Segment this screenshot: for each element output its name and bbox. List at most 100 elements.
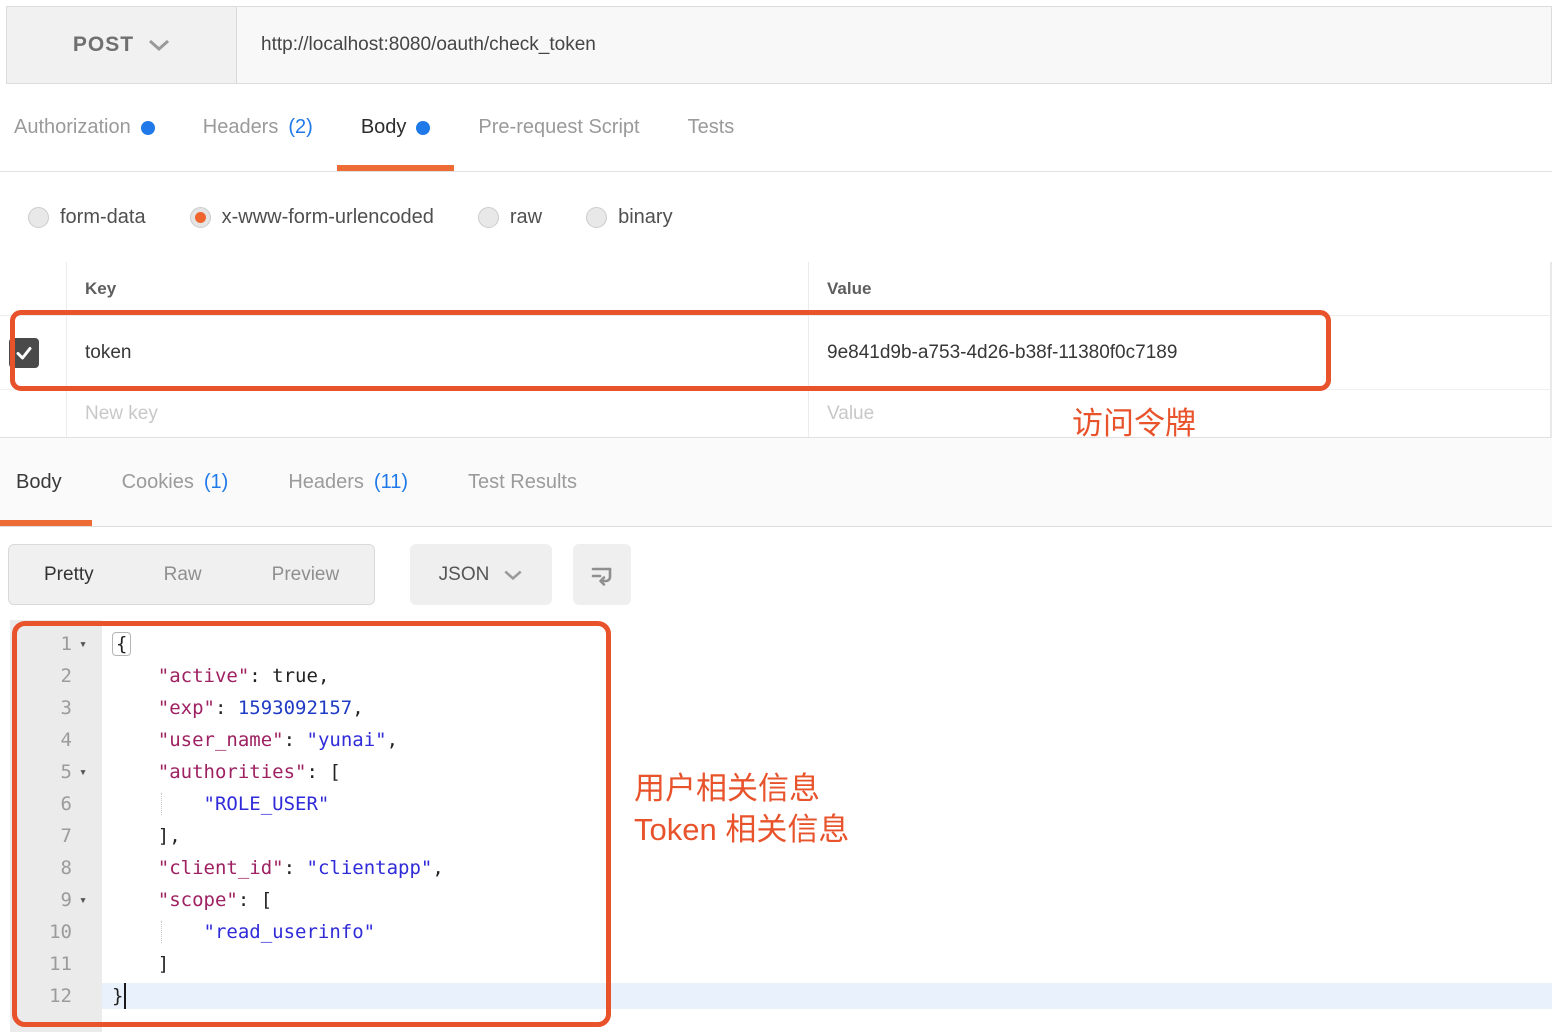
format-label: JSON (439, 564, 490, 586)
radio-label: binary (618, 206, 672, 229)
line-number: 5 (61, 761, 72, 783)
tab-body[interactable]: Body (337, 84, 455, 171)
code-text: "exp": 1593092157, (102, 697, 1552, 719)
code-text: ] (102, 953, 1552, 975)
gutter-cell[interactable]: 8 (0, 857, 102, 879)
line-number: 2 (61, 665, 72, 687)
token-plain (112, 665, 158, 687)
gutter-cell[interactable]: 2 (0, 665, 102, 687)
token-plain (112, 761, 158, 783)
method-dropdown[interactable]: POST (7, 7, 237, 83)
token-plain (112, 889, 158, 911)
tab-label: Body (16, 471, 62, 494)
row-checkbox[interactable] (9, 338, 39, 368)
view-mode-group: Pretty Raw Preview (8, 544, 375, 605)
tab-tests[interactable]: Tests (664, 84, 759, 171)
gutter-cell[interactable]: 7 (0, 825, 102, 847)
code-rows: 1▾{2 "active": true,3 "exp": 1593092157,… (0, 628, 1552, 1012)
token-num: 1593092157 (238, 697, 352, 719)
request-url-bar: POST http://localhost:8080/oauth/check_t… (6, 6, 1552, 84)
radio-circle-icon (28, 207, 49, 228)
radio-form-data[interactable]: form-data (28, 206, 146, 229)
radio-label: form-data (60, 206, 146, 229)
fold-arrow-icon: ▾ (72, 893, 94, 908)
new-value-input[interactable] (827, 403, 1514, 425)
token-str: "yunai" (307, 729, 387, 751)
gutter-cell[interactable]: 1▾ (0, 633, 102, 655)
radio-x-www-form-urlencoded[interactable]: x-www-form-urlencoded (190, 206, 434, 229)
radio-label: raw (510, 206, 542, 229)
view-mode-label: Raw (164, 564, 202, 586)
token-plain: : (284, 729, 307, 751)
response-header: Body Cookies(1) Headers (11) Test Results (0, 438, 1552, 527)
fold-arrow-icon: ▾ (72, 765, 94, 780)
chevron-down-icon (503, 569, 523, 581)
line-number: 3 (61, 697, 72, 719)
tab-label: Headers (288, 471, 364, 494)
unsaved-dot (141, 121, 155, 135)
response-tab-test-results[interactable]: Test Results (438, 438, 607, 526)
view-mode-pretty[interactable]: Pretty (9, 545, 129, 604)
gutter-cell[interactable]: 6 (0, 793, 102, 815)
gutter-cell[interactable]: 10 (0, 921, 102, 943)
line-number: 9 (61, 889, 72, 911)
gutter-cell[interactable]: 3 (0, 697, 102, 719)
token-plain: : [ (238, 889, 272, 911)
gutter-cell[interactable]: 12 (0, 985, 102, 1007)
code-line: 11 ] (0, 948, 1552, 980)
token-bool: true (272, 665, 318, 687)
tab-headers[interactable]: Headers(2) (179, 84, 337, 171)
token-key: "authorities" (158, 761, 307, 783)
check-icon (15, 344, 33, 362)
key-column-header: Key (85, 279, 116, 299)
token-plain (112, 921, 204, 943)
gutter-cell[interactable]: 11 (0, 953, 102, 975)
response-tab-cookies[interactable]: Cookies(1) (92, 438, 259, 526)
token-str: "ROLE_USER" (204, 793, 330, 815)
unsaved-dot (416, 121, 430, 135)
line-number: 8 (61, 857, 72, 879)
request-tabs: AuthorizationHeaders(2)BodyPre-request S… (0, 84, 1552, 172)
param-key-input[interactable] (85, 342, 772, 364)
response-tab-body[interactable]: Body (0, 438, 92, 526)
tab-label: Test Results (468, 471, 577, 494)
code-line: 8 "client_id": "clientapp", (0, 852, 1552, 884)
wrap-text-button[interactable] (573, 544, 631, 605)
token-plain: , (318, 665, 329, 687)
view-mode-raw[interactable]: Raw (129, 545, 237, 604)
gutter-cell[interactable]: 4 (0, 729, 102, 751)
params-header-row: Key Value (0, 262, 1550, 316)
token-plain (112, 857, 158, 879)
token-plain (112, 793, 204, 815)
response-tab-headers[interactable]: Headers (11) (258, 438, 438, 526)
tab-label: Cookies (122, 471, 194, 494)
tab-label: Tests (688, 116, 735, 139)
radio-label: x-www-form-urlencoded (222, 206, 434, 229)
gutter-cell[interactable]: 5▾ (0, 761, 102, 783)
view-mode-label: Preview (272, 564, 340, 586)
param-value-input[interactable] (827, 342, 1514, 364)
token-plain: } (112, 985, 123, 1007)
tab-authorization[interactable]: Authorization (14, 84, 179, 171)
tab-count: (11) (374, 471, 408, 494)
gutter-cell[interactable]: 9▾ (0, 889, 102, 911)
tab-pre-request-script[interactable]: Pre-request Script (454, 84, 663, 171)
body-mode-radios: form-data x-www-form-urlencoded raw binary (0, 172, 1552, 262)
token-key: "active" (158, 665, 250, 687)
code-line: 7 ], (0, 820, 1552, 852)
code-line: 12} (0, 980, 1552, 1012)
radio-raw[interactable]: raw (478, 206, 542, 229)
radio-binary[interactable]: binary (586, 206, 672, 229)
view-mode-preview[interactable]: Preview (237, 545, 375, 604)
format-dropdown[interactable]: JSON (410, 544, 552, 605)
code-text: "ROLE_USER" (102, 793, 1552, 815)
token-str: "clientapp" (307, 857, 433, 879)
code-text: "read_userinfo" (102, 921, 1552, 943)
url-field[interactable]: http://localhost:8080/oauth/check_token (237, 7, 1551, 83)
response-body-viewer[interactable]: 1▾{2 "active": true,3 "exp": 1593092157,… (0, 620, 1552, 1032)
new-key-input[interactable] (85, 403, 772, 425)
code-line: 4 "user_name": "yunai", (0, 724, 1552, 756)
token-plain (112, 697, 158, 719)
url-text: http://localhost:8080/oauth/check_token (261, 34, 596, 56)
token-key: "scope" (158, 889, 238, 911)
